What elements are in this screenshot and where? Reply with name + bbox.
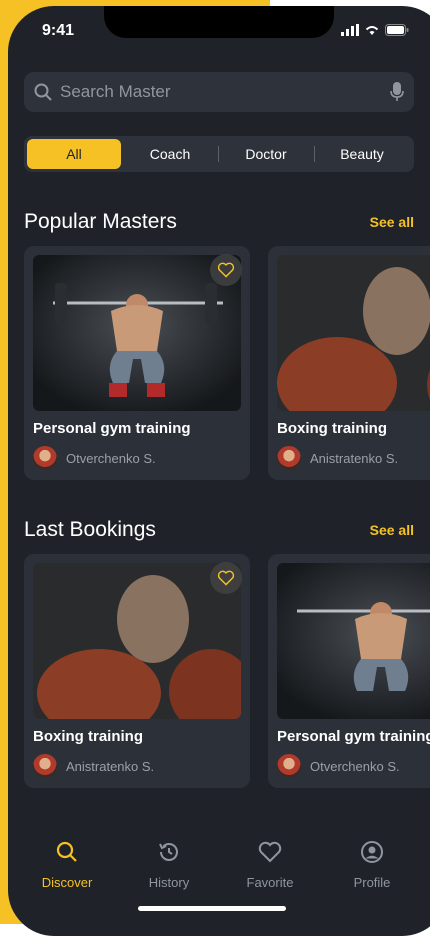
- profile-icon: [361, 841, 383, 863]
- category-tabs: All Coach Doctor Beauty: [24, 136, 414, 172]
- master-card[interactable]: Boxing training Anistratenko S.: [268, 246, 430, 480]
- wifi-icon: [365, 26, 379, 35]
- nav-history[interactable]: History: [129, 840, 209, 890]
- status-time: 9:41: [42, 22, 75, 39]
- card-author: Otverchenko S.: [277, 754, 400, 778]
- search-input[interactable]: Search Master: [60, 82, 171, 102]
- favorite-button[interactable]: [210, 254, 242, 286]
- card-title: Personal gym training: [33, 420, 191, 437]
- nav-discover[interactable]: Discover: [27, 840, 107, 890]
- heart-icon: [258, 841, 282, 863]
- search-icon: [34, 83, 52, 101]
- avatar: [277, 446, 301, 470]
- avatar: [33, 446, 57, 470]
- card-author: Otverchenko S.: [33, 446, 156, 470]
- popular-see-all-link[interactable]: See all: [370, 214, 414, 230]
- tab-coach[interactable]: Coach: [123, 139, 217, 169]
- nav-label: Discover: [41, 875, 93, 890]
- nav-label: Profile: [353, 875, 391, 890]
- boxing-training-photo: [277, 255, 430, 411]
- status-icons: [341, 24, 409, 36]
- history-icon: [159, 843, 178, 861]
- signal-icon: [341, 24, 359, 36]
- tab-all[interactable]: All: [27, 139, 121, 169]
- heart-icon: [217, 262, 235, 278]
- card-title: Personal gym training: [277, 728, 430, 745]
- last-bookings-title: Last Bookings: [24, 518, 156, 541]
- author-name: Anistratenko S.: [66, 758, 155, 774]
- nav-profile[interactable]: Profile: [332, 840, 412, 890]
- nav-label: History: [148, 875, 190, 890]
- card-title: Boxing training: [277, 420, 387, 437]
- tab-doctor[interactable]: Doctor: [219, 139, 313, 169]
- device-notch: [104, 6, 334, 38]
- card-author: Anistratenko S.: [277, 446, 398, 470]
- heart-icon: [217, 570, 235, 586]
- master-card[interactable]: Personal gym training Otverchenko S.: [24, 246, 250, 480]
- bottom-navigation: Discover History Favorite Profile: [8, 840, 430, 900]
- gym-training-photo: [277, 563, 430, 719]
- phone-screen: 9:41 Search Master All Coach Doctor Beau…: [8, 6, 430, 936]
- booking-card[interactable]: Boxing training Anistratenko S.: [24, 554, 250, 788]
- author-name: Anistratenko S.: [310, 450, 399, 466]
- card-author: Anistratenko S.: [33, 754, 154, 778]
- search-icon: [56, 841, 77, 862]
- nav-label: Favorite: [246, 875, 294, 890]
- gym-training-photo: [33, 255, 241, 411]
- avatar: [277, 754, 301, 778]
- bookings-see-all-link[interactable]: See all: [370, 522, 414, 538]
- microphone-icon[interactable]: [390, 82, 404, 102]
- booking-card[interactable]: Personal gym training Otverchenko S.: [268, 554, 430, 788]
- card-title: Boxing training: [33, 728, 143, 745]
- nav-favorite[interactable]: Favorite: [230, 840, 310, 890]
- tab-beauty[interactable]: Beauty: [315, 139, 409, 169]
- favorite-button[interactable]: [210, 562, 242, 594]
- avatar: [33, 754, 57, 778]
- search-bar[interactable]: Search Master: [24, 72, 414, 112]
- boxing-training-photo: [33, 563, 241, 719]
- author-name: Otverchenko S.: [310, 758, 400, 774]
- home-indicator: [138, 906, 286, 911]
- author-name: Otverchenko S.: [66, 450, 156, 466]
- popular-masters-title: Popular Masters: [24, 210, 177, 233]
- battery-icon: [385, 24, 409, 36]
